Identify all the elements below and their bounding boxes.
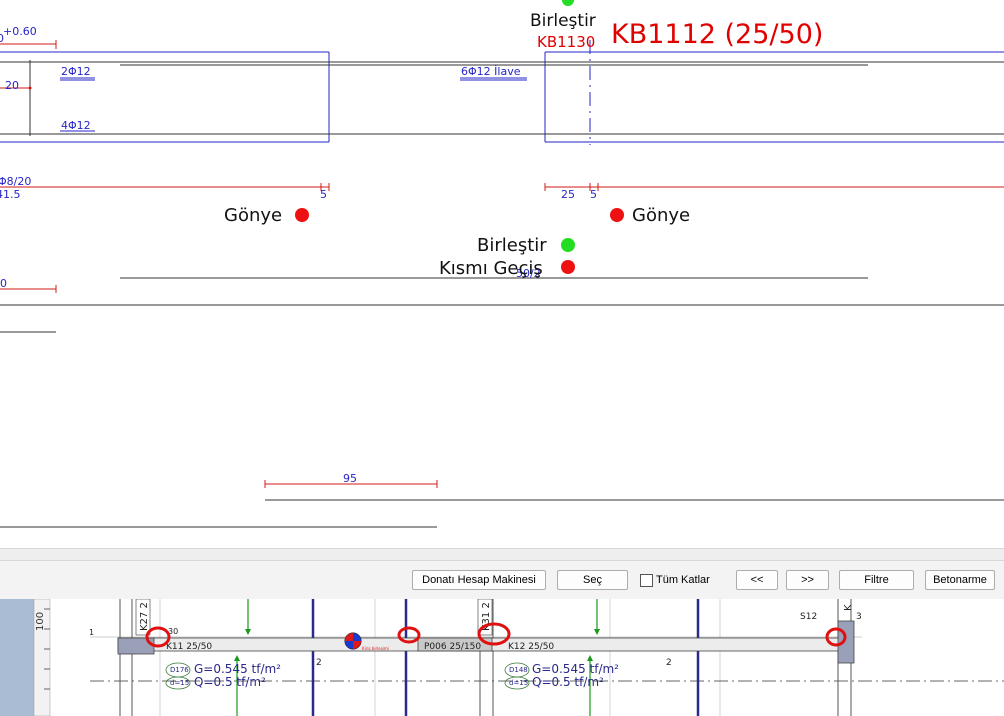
- tum-katlar-checkbox[interactable]: Tüm Katlar: [640, 572, 710, 588]
- column-right[interactable]: [837, 620, 855, 664]
- tiny-red-label: Kiriş birleşimi: [362, 646, 389, 651]
- kismi-gecis-label: Kısmı Geçiş: [439, 258, 543, 279]
- donati-hesap-makinesi-button[interactable]: Donatı Hesap Makinesi: [412, 570, 546, 590]
- rebar-2phi12-label: 2Φ12: [61, 65, 91, 78]
- filtre-button[interactable]: Filtre: [839, 570, 914, 590]
- dim-20: 20: [5, 79, 19, 92]
- stirrup-label: Φ8/20: [0, 175, 31, 188]
- bottom-toolbar: Donatı Hesap Makinesi Seç Tüm Katlar << …: [0, 560, 1004, 600]
- rebar-6phi12-ilave-label: 6Φ12 İlave: [461, 65, 521, 78]
- birlestir-mid-label: Birleştir: [477, 235, 547, 256]
- slab1-q-load: Q=0.5 tf/m²: [194, 675, 266, 689]
- top-birlestir-label: Birleştir: [530, 11, 596, 31]
- dim-5-right: 5: [590, 188, 597, 201]
- column-k27-label: K27 2: [139, 602, 150, 631]
- num-2b-label: 2: [666, 658, 672, 668]
- reinforcement-drawing-svg: +0.60 0 20 2Φ12 4Φ12 6Φ12 İlave Φ8/20 1.…: [0, 0, 1004, 528]
- top-kb1130-label: KB1130: [537, 33, 595, 51]
- gonye-left-dot[interactable]: [295, 208, 309, 222]
- floor-plan-svg: 100 K27 2 K31 2 K S12 3 1 30 K11 25/50 P…: [0, 599, 1004, 716]
- next-button[interactable]: >>: [786, 570, 829, 590]
- gonye-right-label: Gönye: [632, 205, 690, 226]
- num-1-label: 1: [89, 628, 94, 637]
- sec-button[interactable]: Seç: [557, 570, 628, 590]
- num-2a-label: 2: [316, 658, 322, 668]
- beam-p006-label: P006 25/150: [424, 642, 481, 652]
- slab1-h: d=15: [170, 679, 189, 687]
- kismi-gecis-dot[interactable]: [561, 260, 575, 274]
- dim-0-left: 0: [0, 277, 7, 290]
- num-3-label: 3: [856, 612, 862, 622]
- birlestir-top-dot[interactable]: [562, 0, 574, 6]
- floor-plan-view[interactable]: 100 K27 2 K31 2 K S12 3 1 30 K11 25/50 P…: [0, 599, 1004, 716]
- gonye-right-dot[interactable]: [610, 208, 624, 222]
- dim-95: 95: [343, 472, 357, 485]
- slab2-id: D148: [509, 666, 528, 674]
- dim-top-left-partial: 0: [0, 32, 4, 45]
- left-panel: [0, 599, 34, 716]
- gonye-left-label: Gönye: [224, 205, 282, 226]
- beam-k11-label: K11 25/50: [166, 642, 212, 652]
- birlestir-mid-dot[interactable]: [561, 238, 575, 252]
- checkbox-box[interactable]: [640, 573, 653, 587]
- slab2-g-load: G=0.545 tf/m²: [532, 662, 619, 676]
- betonarme-button[interactable]: Betonarme: [925, 570, 995, 590]
- dim-5-left: 5: [320, 188, 327, 201]
- center-of-mass-icon[interactable]: [344, 632, 362, 650]
- column-k-right-label: K: [843, 604, 854, 611]
- slab2-h: d=15: [509, 679, 528, 687]
- ruler-100-label: 100: [35, 612, 46, 631]
- stirrup-length: 41.5: [0, 188, 21, 201]
- s12-label: S12: [800, 612, 817, 622]
- rebar-4phi12-label: 4Φ12: [61, 119, 91, 132]
- slab2-q-load: Q=0.5 tf/m²: [532, 675, 604, 689]
- dim-25: 25: [561, 188, 575, 201]
- reinforcement-drawing-canvas[interactable]: +0.60 0 20 2Φ12 4Φ12 6Φ12 İlave Φ8/20 1.…: [0, 0, 1004, 548]
- tum-katlar-label: Tüm Katlar: [656, 574, 710, 586]
- beam-title: KB1112 (25/50): [611, 19, 823, 50]
- dim-top-left: +0.60: [3, 25, 37, 38]
- slab1-id: D176: [170, 666, 189, 674]
- slab1-g-load: G=0.545 tf/m²: [194, 662, 281, 676]
- previous-button[interactable]: <<: [736, 570, 778, 590]
- beam-k12-label: K12 25/50: [508, 642, 554, 652]
